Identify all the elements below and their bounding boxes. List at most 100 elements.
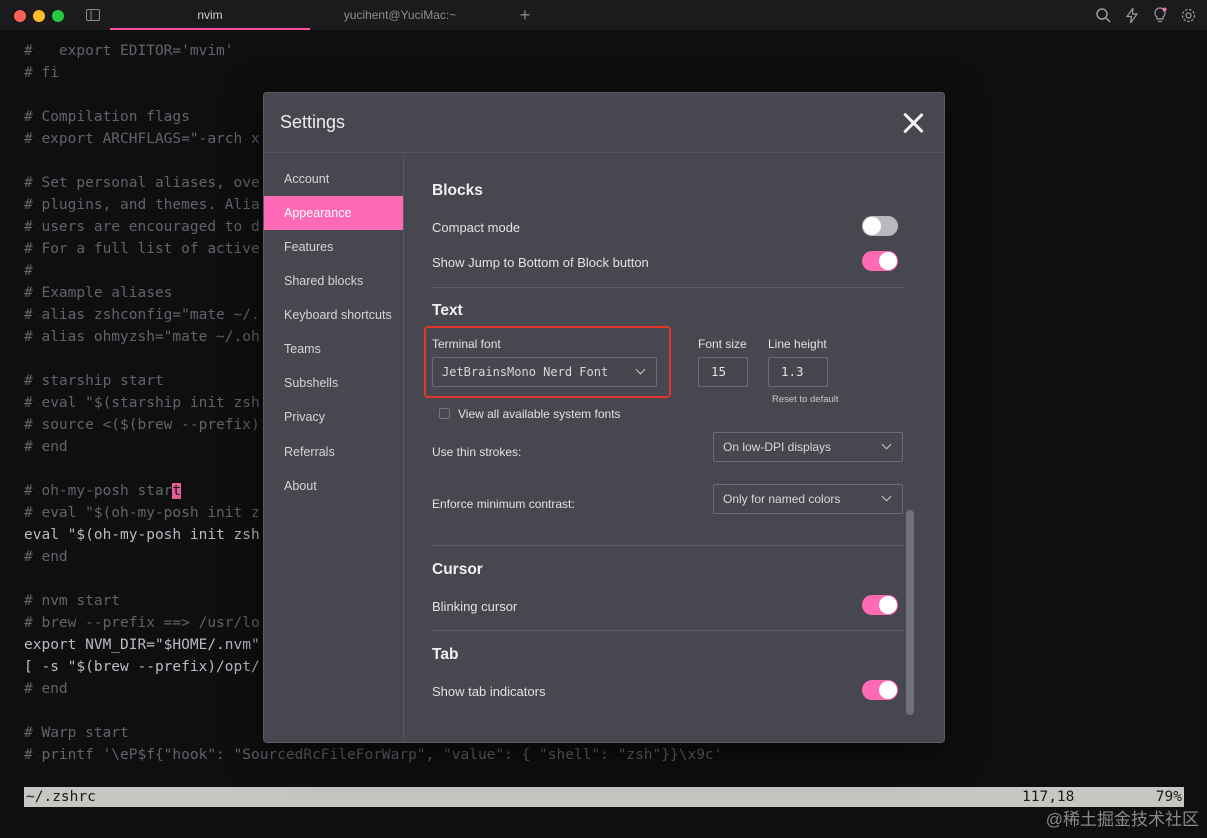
terminal-font-label: Terminal font xyxy=(432,337,501,351)
code-line: # users are encouraged to d xyxy=(24,219,260,235)
tab-shell[interactable]: yucihent@YuciMac:~ xyxy=(310,0,490,30)
code-line: # alias ohmyzsh="mate ~/.oh xyxy=(24,329,260,345)
status-scroll-percent: 79% xyxy=(1155,789,1182,805)
close-icon[interactable] xyxy=(900,110,926,136)
chevron-down-icon xyxy=(881,439,892,450)
code-line: # nvm start xyxy=(24,593,121,609)
min-contrast-select[interactable]: Only for named colors xyxy=(713,484,903,514)
toggle-knob xyxy=(879,596,897,614)
window-titlebar: nvim yucihent@YuciMac:~ + xyxy=(0,0,1207,30)
section-title-cursor: Cursor xyxy=(432,561,483,578)
section-title-text: Text xyxy=(432,302,463,319)
sidebar-item-shared-blocks[interactable]: Shared blocks xyxy=(264,264,403,298)
font-size-label: Font size xyxy=(698,337,747,351)
code-line: # starship start xyxy=(24,373,164,389)
zoom-window-button[interactable] xyxy=(52,10,64,22)
settings-header: Settings xyxy=(264,93,944,153)
code-line: [ -s "$(brew --prefix)/opt/ xyxy=(24,659,260,675)
compact-mode-toggle[interactable] xyxy=(862,216,898,236)
sidebar-item-privacy[interactable]: Privacy xyxy=(264,400,403,434)
min-contrast-label: Enforce minimum contrast: xyxy=(432,497,575,511)
toggle-knob xyxy=(863,217,881,235)
lightning-icon[interactable] xyxy=(1125,5,1139,25)
code-line: # brew --prefix ==> /usr/lo xyxy=(24,615,260,631)
thin-strokes-select[interactable]: On low-DPI displays xyxy=(713,432,903,462)
vim-statusline: ~/.zshrc 117,18 79% xyxy=(24,787,1184,807)
code-line: # end xyxy=(24,439,68,455)
tab-indicators-label: Show tab indicators xyxy=(432,684,546,699)
code-line: # end xyxy=(24,549,68,565)
code-line-text: # oh-my-posh star xyxy=(24,483,173,499)
font-size-input[interactable]: 15 xyxy=(698,357,748,387)
toggle-knob xyxy=(879,681,897,699)
compact-mode-label: Compact mode xyxy=(432,220,521,235)
sidebar-toggle-icon[interactable] xyxy=(86,9,100,23)
sidebar-item-account[interactable]: Account xyxy=(264,162,403,196)
section-divider xyxy=(432,287,904,288)
code-line-with-cursor: # oh-my-posh start xyxy=(24,480,182,502)
code-line: # plugins, and themes. Alia xyxy=(24,197,260,213)
status-cursor-position: 117,18 xyxy=(1022,789,1075,805)
view-all-fonts-checkbox[interactable] xyxy=(439,408,450,419)
code-line: # fi xyxy=(24,65,59,81)
close-window-button[interactable] xyxy=(14,10,26,22)
code-line: # For a full list of active xyxy=(24,241,260,257)
min-contrast-value: Only for named colors xyxy=(723,492,841,506)
jump-to-bottom-toggle[interactable] xyxy=(862,251,898,271)
line-height-label: Line height xyxy=(768,337,827,351)
code-line: # printf '\eP$f{"hook": "SourcedRcFileFo… xyxy=(24,747,723,763)
chevron-down-icon xyxy=(881,491,892,502)
settings-title: Settings xyxy=(280,112,346,132)
code-line: # export ARCHFLAGS="-arch x xyxy=(24,131,260,147)
settings-scrollbar[interactable] xyxy=(906,510,914,715)
sidebar-item-teams[interactable]: Teams xyxy=(264,332,403,366)
code-line: # alias zshconfig="mate ~/. xyxy=(24,307,260,323)
minimize-window-button[interactable] xyxy=(33,10,45,22)
blinking-cursor-label: Blinking cursor xyxy=(432,599,518,614)
terminal-font-select[interactable]: JetBrainsMono Nerd Font xyxy=(432,357,657,387)
watermark: @稀土掘金技术社区 xyxy=(1045,810,1199,829)
section-divider xyxy=(432,630,904,631)
settings-sidebar: Account Appearance Features Shared block… xyxy=(264,154,404,742)
sidebar-item-subshells[interactable]: Subshells xyxy=(264,366,403,400)
settings-dialog: Settings Account Appearance Features Sha… xyxy=(263,92,945,743)
code-line: # Set personal aliases, ove xyxy=(24,175,260,191)
section-title-blocks: Blocks xyxy=(432,182,483,199)
tab-indicators-toggle[interactable] xyxy=(862,680,898,700)
section-title-tab: Tab xyxy=(432,646,459,663)
sidebar-item-appearance[interactable]: Appearance xyxy=(264,196,403,230)
status-filename: ~/.zshrc xyxy=(26,789,96,805)
new-tab-button[interactable]: + xyxy=(515,0,535,30)
code-line: eval "$(oh-my-posh init zsh xyxy=(24,527,260,543)
code-line: # end xyxy=(24,681,68,697)
sidebar-item-features[interactable]: Features xyxy=(264,230,403,264)
chevron-down-icon xyxy=(635,364,646,375)
search-icon[interactable] xyxy=(1096,8,1111,25)
code-line: # source <($(brew --prefix) xyxy=(24,417,260,433)
code-line: # xyxy=(24,263,33,279)
thin-strokes-value: On low-DPI displays xyxy=(723,440,832,454)
thin-strokes-label: Use thin strokes: xyxy=(432,445,522,459)
sidebar-item-referrals[interactable]: Referrals xyxy=(264,435,403,469)
gear-icon[interactable] xyxy=(1181,8,1196,25)
reset-to-default-link[interactable]: Reset to default xyxy=(772,394,839,405)
line-height-input[interactable]: 1.3 xyxy=(768,357,828,387)
appearance-panel: Blocks Compact mode Show Jump to Bottom … xyxy=(404,154,944,742)
code-line: # eval "$(oh-my-posh init z xyxy=(24,505,260,521)
sidebar-item-about[interactable]: About xyxy=(264,469,403,503)
code-line: # Compilation flags xyxy=(24,109,190,125)
terminal-font-value: JetBrainsMono Nerd Font xyxy=(442,365,609,379)
sidebar-item-keyboard-shortcuts[interactable]: Keyboard shortcuts xyxy=(264,298,403,332)
blinking-cursor-toggle[interactable] xyxy=(862,595,898,615)
code-line: # eval "$(starship init zsh xyxy=(24,395,260,411)
tab-nvim[interactable]: nvim xyxy=(110,0,310,30)
text-cursor: t xyxy=(172,483,182,499)
code-line: # Warp start xyxy=(24,725,129,741)
view-all-fonts-label: View all available system fonts xyxy=(458,407,621,421)
jump-to-bottom-label: Show Jump to Bottom of Block button xyxy=(432,255,649,270)
section-divider xyxy=(432,545,904,546)
code-line: # export EDITOR='mvim' xyxy=(24,43,234,59)
code-line: export NVM_DIR="$HOME/.nvm" xyxy=(24,637,260,653)
toggle-knob xyxy=(879,252,897,270)
lightbulb-icon[interactable] xyxy=(1153,7,1167,25)
